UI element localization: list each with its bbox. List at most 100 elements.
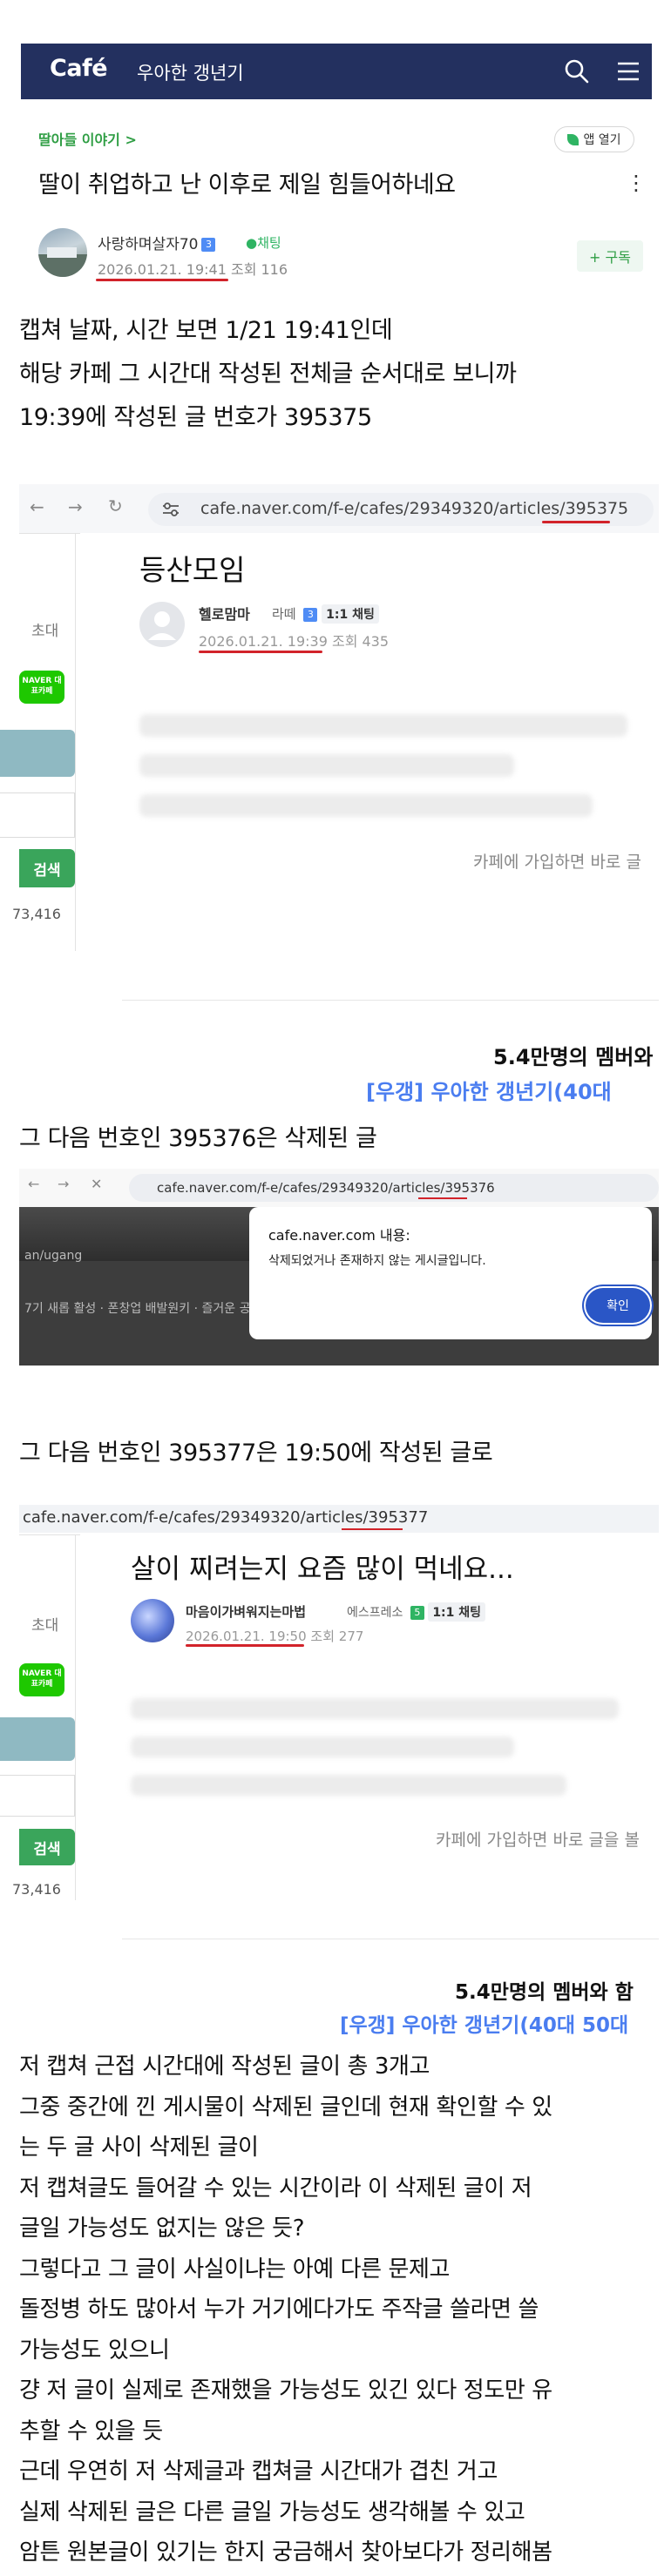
body-line: 암튼 원본글이 있기는 한지 궁금해서 찾아보다가 정리해봄 [19,2539,552,2566]
join-notice: 카페에 가입하면 바로 글을 볼 [436,1831,640,1850]
subscribe-button[interactable]: + 구독 [577,240,643,272]
body-line: 실제 삭제된 글은 다른 글일 가능성도 생각해볼 수 있고 [19,2498,525,2525]
blurred-content [131,1775,566,1796]
naver-badge: NAVER 대표카페 [19,671,64,704]
post-meta: 2026.01.21. 19:41 조회 116 [98,261,288,278]
search-icon[interactable] [563,57,591,85]
level-badge: 3 [201,238,216,252]
divider [122,1000,659,1001]
author-name[interactable]: 헬로맘마 [199,603,250,624]
body-line: 추할 수 있을 듯 [19,2418,163,2445]
blurred-content [131,1698,619,1719]
chat-link[interactable]: ●채팅 [246,233,281,252]
invite-label[interactable]: 초대 [31,618,58,640]
body-line: 저 캡쳐글도 들어갈 수 있는 시간이라 이 삭제된 글이 저 [19,2175,532,2202]
body-line: 저 캡쳐 근접 시간대에 작성된 글이 총 3개고 [19,2053,430,2080]
cafe-logo[interactable]: Café [50,55,108,82]
blurred-content [139,714,627,737]
blurred-content [139,754,514,777]
sidebar-banner[interactable] [0,1717,75,1761]
sidebar-input[interactable] [0,1775,75,1817]
level-badge: 3 [303,607,318,622]
sidebar-search-button[interactable]: 검색 [19,849,75,887]
body-line: 그렇다고 그 글이 사실이냐는 아예 다른 문제고 [19,2256,451,2283]
body-line: 해당 카페 그 시간대 작성된 전체글 순서대로 보니까 [19,361,517,388]
open-app-label: 앱 열기 [583,133,621,147]
body-line: 돌정병 하도 많아서 누가 거기에다가도 주작글 쓸라면 쓸 [19,2296,539,2323]
cafe-name-link[interactable]: [우갱] 우아한 갱년기(40대 [366,1075,612,1105]
forward-icon[interactable]: → [68,496,83,517]
author-name-text: 사랑하며살자70 [98,236,199,253]
red-underline [199,651,322,653]
member-banner: 5.4만명의 멤버와 함 [455,1981,634,2004]
close-icon[interactable]: ✕ [91,1176,102,1192]
forward-icon[interactable]: → [58,1176,69,1192]
author-avatar[interactable] [38,228,87,277]
address-url: cafe.naver.com/f-e/cafes/29349320/articl… [200,499,629,518]
naver-badge: NAVER 대표카페 [19,1663,64,1696]
blurred-content [131,1736,514,1757]
body-line: 걍 저 글이 실제로 존재했을 가능성도 있긴 있다 정도만 유 [19,2377,552,2404]
article-meta: 2026.01.21. 19:39 조회 435 [199,633,390,650]
cafe-header: Café 우아한 갱년기 [21,44,652,99]
divider [19,533,80,534]
back-icon[interactable]: ← [28,1176,39,1192]
blurred-content [139,794,593,817]
divider [19,1534,80,1535]
hamburger-menu-icon[interactable] [615,59,641,84]
body-line: 글일 가능성도 없지는 않은 듯? [19,2215,305,2242]
member-count: 73,416 [12,1881,61,1898]
chat-chip[interactable]: 1:1 채팅 [322,604,379,624]
avatar-landscape-icon [38,247,87,277]
dialog-ok-button[interactable]: 확인 [586,1288,650,1323]
level-badge: 5 [410,1606,424,1620]
article-meta: 2026.01.21. 19:50 조회 277 [186,1629,364,1644]
body-line: 19:39에 작성된 글 번호가 395375 [19,404,372,431]
member-banner: 5.4만명의 멤버와 [493,1045,654,1069]
open-app-button[interactable]: 앱 열기 [554,126,634,152]
more-options-icon[interactable]: ⋮ [626,171,647,195]
board-link[interactable]: 딸아들 이야기 > [38,128,137,149]
red-underline [542,521,610,523]
red-underline [418,1197,467,1199]
cafe-name-link[interactable]: [우갱] 우아한 갱년기(40대 50대 [340,2008,628,2038]
reload-icon[interactable]: ↻ [108,496,123,516]
sidebar-divider [75,533,76,951]
sidebar-divider [75,1534,76,1900]
post-title: 딸이 취업하고 난 이후로 제일 힘들어하네요 [38,172,456,199]
address-url[interactable]: cafe.naver.com/f-e/cafes/29349320/articl… [23,1508,428,1527]
site-settings-icon[interactable] [161,501,180,518]
body-line: 그 다음 번호인 395376은 삭제된 글 [19,1125,377,1152]
author-name[interactable]: 사랑하며살자70 3 [98,232,216,253]
sidebar-input[interactable] [0,792,75,838]
leaf-icon [567,133,580,145]
dimmed-text: an/ugang [24,1249,83,1263]
chat-chip[interactable]: 1:1 채팅 [428,1602,486,1622]
red-underline [96,279,228,281]
grade-text: 에스프레소 [347,1606,403,1620]
cafe-title[interactable]: 우아한 갱년기 [137,59,244,85]
author-name[interactable]: 마음이가벼워지는마법 [186,1602,306,1621]
dialog-domain: cafe.naver.com 내용: [268,1227,410,1244]
body-line: 그 다음 번호인 395377은 19:50에 작성된 글로 [19,1440,493,1467]
member-count: 73,416 [12,906,61,922]
dialog-message: 삭제되었거나 존재하지 않는 게시글입니다. [268,1254,486,1268]
chat-bubble-icon: ● [246,235,258,251]
default-avatar-icon [148,611,176,640]
author-avatar[interactable] [131,1599,174,1642]
red-underline [342,1528,403,1530]
invite-label[interactable]: 초대 [31,1613,58,1635]
join-notice: 카페에 가입하면 바로 글 [473,853,641,872]
author-grade: 에스프레소 5 1:1 채팅 [347,1602,486,1622]
back-icon[interactable]: ← [30,496,44,517]
body-line: 는 두 글 사이 삭제된 글이 [19,2134,259,2161]
sidebar-banner[interactable] [0,730,75,777]
article-title: 등산모임 [139,553,246,587]
author-avatar[interactable] [139,602,185,647]
red-underline [186,1644,304,1647]
grade-text: 라떼 [272,606,296,622]
body-line: 그중 중간에 낀 게시물이 삭제된 글인데 현재 확인할 수 있 [19,2094,552,2121]
body-line: 캡쳐 날짜, 시간 보면 1/21 19:41인데 [19,317,393,344]
address-url: cafe.naver.com/f-e/cafes/29349320/articl… [157,1180,495,1196]
sidebar-search-button[interactable]: 검색 [19,1829,75,1865]
